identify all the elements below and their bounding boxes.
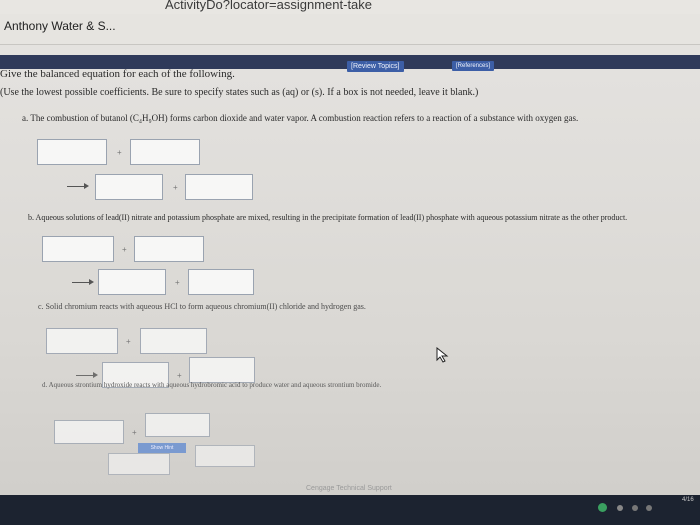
url-text: ActivityDo?locator=assignment-take <box>165 0 373 12</box>
plus-sign: + <box>126 337 131 346</box>
question-title: Give the balanced equation for each of t… <box>0 68 235 80</box>
review-topics-button[interactable]: [Review Topics] <box>347 61 404 72</box>
part-d-prompt: d. Aqueous strontium hydroxide reacts wi… <box>42 381 382 389</box>
browser-url-bar[interactable]: ActivityDo?locator=assignment-take <box>0 0 700 14</box>
technical-support-link[interactable]: Cengage Technical Support <box>306 485 392 492</box>
show-hint-button[interactable]: Show Hint <box>138 443 186 453</box>
part-a-product-1-input[interactable] <box>95 174 163 200</box>
reaction-arrow-icon <box>76 372 98 378</box>
part-c-prompt: c. Solid chromium reacts with aqueous HC… <box>38 302 366 311</box>
part-b-reactant-2-input[interactable] <box>134 236 204 262</box>
part-a-prompt: a. The combustion of butanol (C₄H₉OH) fo… <box>22 113 579 123</box>
plus-sign: + <box>132 428 137 437</box>
tray-volume-icon[interactable] <box>646 505 652 511</box>
tray-app-icon[interactable] <box>598 503 607 512</box>
part-c-reactant-2-input[interactable] <box>140 328 207 354</box>
os-taskbar <box>0 495 700 525</box>
plus-sign: + <box>117 148 122 157</box>
browser-tab-bar: Anthony Water & S... <box>0 14 700 45</box>
plus-sign: + <box>122 245 127 254</box>
plus-sign: + <box>173 183 178 192</box>
part-c-product-2-input[interactable] <box>189 357 255 383</box>
part-d-product-1-input[interactable] <box>108 453 170 475</box>
assignment-page: [Review Topics] [References] Give the ba… <box>0 45 700 525</box>
part-a-reactant-1-input[interactable] <box>37 139 107 165</box>
part-a-reactant-2-input[interactable] <box>130 139 200 165</box>
reaction-arrow-icon <box>72 279 94 285</box>
part-d-product-2-input[interactable] <box>195 445 255 467</box>
taskbar-clock[interactable]: 4/16 <box>682 497 694 503</box>
browser-tab-title[interactable]: Anthony Water & S... <box>4 19 116 33</box>
plus-sign: + <box>175 278 180 287</box>
plus-sign: + <box>177 371 182 380</box>
question-instructions: (Use the lowest possible coefficients. B… <box>0 87 479 98</box>
part-b-prompt: b. Aqueous solutions of lead(II) nitrate… <box>28 213 628 222</box>
part-b-reactant-1-input[interactable] <box>42 236 114 262</box>
part-d-reactant-2-input[interactable] <box>145 413 210 437</box>
references-button[interactable]: [References] <box>452 61 495 71</box>
cursor-arrow-icon <box>436 347 449 363</box>
part-a-product-2-input[interactable] <box>185 174 253 200</box>
part-b-product-2-input[interactable] <box>188 269 254 295</box>
part-b-product-1-input[interactable] <box>98 269 166 295</box>
reaction-arrow-icon <box>67 183 89 189</box>
tray-chevron-icon[interactable] <box>617 505 623 511</box>
part-c-reactant-1-input[interactable] <box>46 328 118 354</box>
part-d-reactant-1-input[interactable] <box>54 420 124 444</box>
tray-network-icon[interactable] <box>632 505 638 511</box>
